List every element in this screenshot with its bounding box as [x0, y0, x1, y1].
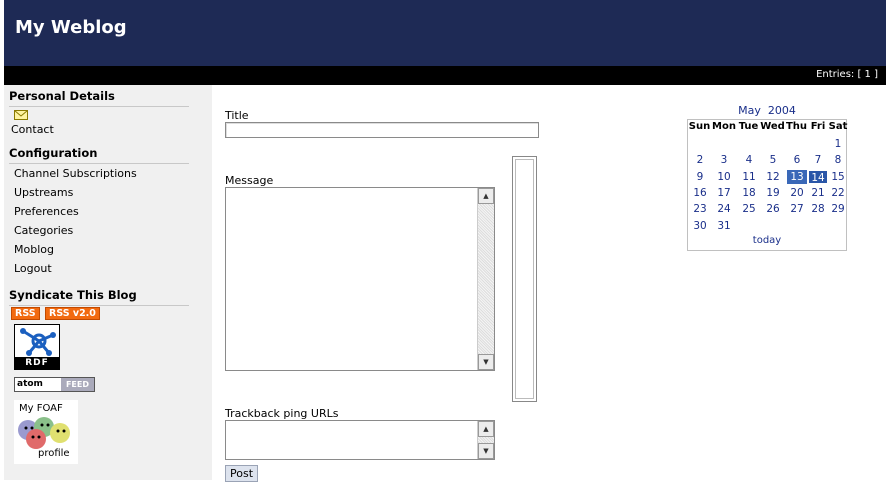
post-button[interactable]: Post [225, 465, 259, 482]
categories-link[interactable]: Categories [14, 224, 73, 237]
calendar-day-12[interactable]: 12 [763, 170, 783, 184]
calendar-day-14[interactable]: 14 [808, 169, 828, 184]
calendar: May 2004 Sun Mon Tue Wed Thu Fri Sat 1 2 3 4 5 6 7 8 9 1… [687, 104, 848, 251]
moblog-link[interactable]: Moblog [14, 243, 54, 256]
message-textarea[interactable]: ▲ ▼ [225, 187, 495, 371]
entries-bar: Entries: [ 1 ] [4, 66, 886, 85]
calendar-day-6[interactable]: 6 [787, 153, 807, 167]
calendar-day-19[interactable]: 19 [763, 186, 783, 200]
calendar-day-20[interactable]: 20 [787, 186, 807, 200]
calendar-day-24[interactable]: 24 [714, 202, 734, 216]
divider [9, 106, 189, 107]
day-header-sat: Sat [828, 121, 848, 132]
calendar-day-28[interactable]: 28 [808, 202, 828, 216]
rdf-logo[interactable]: RDF [14, 324, 60, 370]
title-label: Title [225, 109, 249, 122]
configuration-heading: Configuration [9, 146, 98, 160]
calendar-day-13[interactable]: 13 [787, 169, 807, 184]
calendar-day-31[interactable]: 31 [714, 219, 734, 233]
preferences-link[interactable]: Preferences [14, 205, 79, 218]
calendar-day-15[interactable]: 15 [828, 170, 848, 184]
calendar-day-26[interactable]: 26 [763, 202, 783, 216]
calendar-day-10[interactable]: 10 [714, 170, 734, 184]
blog-header: My Weblog [4, 0, 886, 66]
upstreams-link[interactable]: Upstreams [14, 186, 73, 199]
calendar-day-16[interactable]: 16 [690, 186, 710, 200]
day-header-wed: Wed [760, 121, 785, 132]
atom-label: atom [17, 379, 43, 389]
calendar-day-27[interactable]: 27 [787, 202, 807, 216]
day-header-fri: Fri [810, 121, 826, 132]
calendar-day-23[interactable]: 23 [690, 202, 710, 216]
title-input[interactable] [225, 122, 539, 138]
atom-feed-badge[interactable]: atom FEED [14, 377, 95, 392]
feed-label: FEED [61, 378, 94, 391]
message-scrollbar[interactable]: ▲ ▼ [477, 188, 494, 370]
mail-icon[interactable] [14, 110, 28, 120]
sidebar: Personal Details Contact Configuration C… [4, 85, 212, 480]
trackback-label: Trackback ping URLs [225, 407, 339, 420]
day-header-tue: Tue [738, 121, 759, 132]
calendar-day-21[interactable]: 21 [808, 186, 828, 200]
calendar-day-8[interactable]: 8 [828, 153, 848, 167]
rdf-graph-icon [20, 328, 56, 356]
calendar-month: May [738, 104, 761, 117]
calendar-day-18[interactable]: 18 [739, 186, 759, 200]
trackback-textarea[interactable]: ▲ ▼ [225, 420, 495, 460]
calendar-day-30[interactable]: 30 [690, 219, 710, 233]
scroll-up-icon[interactable]: ▲ [478, 421, 494, 437]
foaf-people-icon [18, 417, 70, 449]
rss2-badge[interactable]: RSS v2.0 [45, 307, 100, 320]
logout-link[interactable]: Logout [14, 262, 52, 275]
calendar-day-4[interactable]: 4 [739, 153, 759, 167]
calendar-year: 2004 [767, 104, 796, 117]
calendar-day-22[interactable]: 22 [828, 186, 848, 200]
side-list-inner [515, 159, 534, 399]
foaf-profile-label: profile [38, 448, 70, 459]
divider [9, 163, 189, 164]
calendar-day-9[interactable]: 9 [690, 170, 710, 184]
calendar-day-1[interactable]: 1 [828, 137, 848, 151]
message-label: Message [225, 174, 274, 187]
today-link[interactable]: today [687, 235, 847, 246]
calendar-day-29[interactable]: 29 [828, 202, 848, 216]
rdf-label: RDF [15, 357, 59, 369]
calendar-day-11[interactable]: 11 [739, 170, 759, 184]
calendar-day-17[interactable]: 17 [714, 186, 734, 200]
calendar-day-5[interactable]: 5 [763, 153, 783, 167]
rss-badge[interactable]: RSS [11, 307, 40, 320]
personal-details-heading: Personal Details [9, 89, 115, 103]
day-header-thu: Thu [785, 121, 808, 132]
foaf-label: My FOAF [19, 403, 63, 414]
calendar-day-2[interactable]: 2 [690, 153, 710, 167]
calendar-title[interactable]: May 2004 [687, 104, 847, 117]
channel-subscriptions-link[interactable]: Channel Subscriptions [14, 167, 137, 180]
day-header-mon: Mon [712, 121, 736, 132]
scroll-down-icon[interactable]: ▼ [478, 354, 494, 370]
entries-count: Entries: [ 1 ] [816, 69, 878, 80]
side-list-box[interactable] [512, 156, 537, 402]
day-header-sun: Sun [688, 121, 711, 132]
calendar-day-7[interactable]: 7 [808, 153, 828, 167]
scroll-down-icon[interactable]: ▼ [478, 443, 494, 459]
trackback-scrollbar[interactable]: ▲ ▼ [477, 421, 494, 459]
calendar-day-25[interactable]: 25 [739, 202, 759, 216]
divider [9, 305, 189, 306]
blog-title: My Weblog [15, 17, 127, 38]
scroll-up-icon[interactable]: ▲ [478, 188, 494, 204]
syndicate-heading: Syndicate This Blog [9, 288, 137, 302]
foaf-badge[interactable]: My FOAF profile [14, 400, 78, 464]
contact-link[interactable]: Contact [11, 123, 54, 136]
calendar-day-3[interactable]: 3 [714, 153, 734, 167]
